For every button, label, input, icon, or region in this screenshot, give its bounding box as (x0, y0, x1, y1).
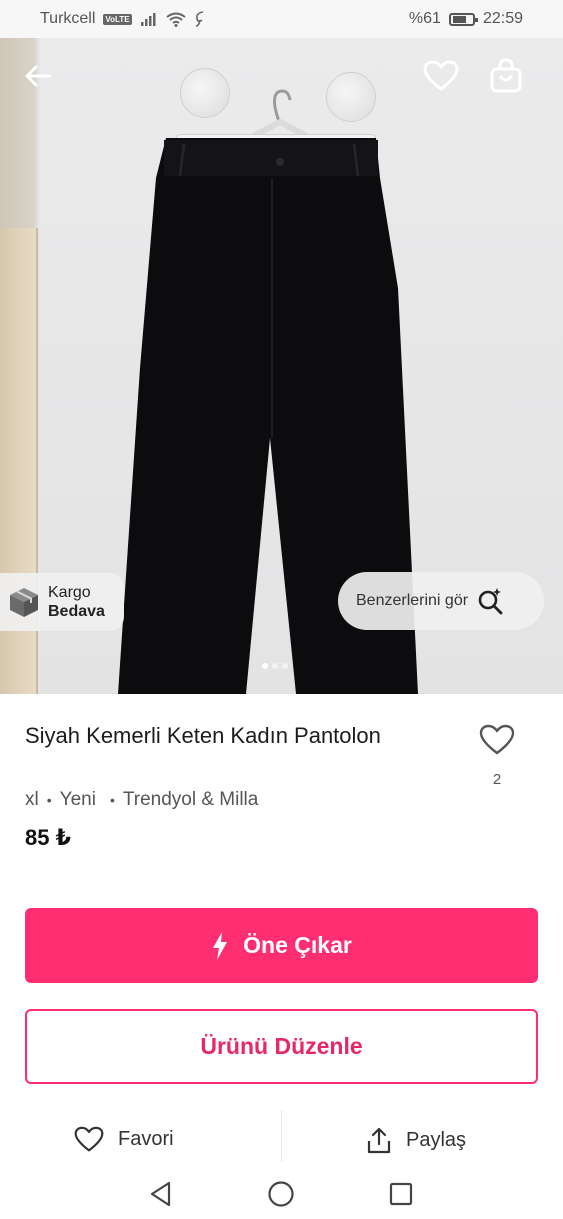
favorite-counter[interactable]: 2 (474, 724, 520, 788)
product-price: 85 ₺ (25, 825, 71, 850)
favorite-count: 2 (492, 771, 502, 788)
action-divider (281, 1110, 282, 1162)
product-condition: Yeni (59, 789, 96, 810)
free-shipping-badge: Kargo Bedava (0, 573, 124, 631)
free-shipping-line1: Kargo (48, 584, 91, 601)
free-shipping-line2: Bedava (48, 603, 105, 620)
cart-button[interactable] (486, 56, 526, 96)
system-nav-bar (0, 1166, 563, 1219)
favorite-header-button[interactable] (421, 56, 461, 96)
favorite-label: Favori (118, 1128, 174, 1150)
edit-product-button[interactable]: Ürünü Düzenle (25, 1009, 538, 1084)
pagination-dot[interactable] (272, 663, 278, 669)
edit-product-label: Ürünü Düzenle (200, 1033, 363, 1059)
signal-icon (140, 13, 156, 26)
circle-home-icon (268, 1181, 294, 1207)
back-arrow-icon (25, 65, 52, 87)
image-wall-disc (180, 68, 230, 118)
product-title: Siyah Kemerli Keten Kadın Pantolon (25, 723, 381, 748)
promote-label: Öne Çıkar (243, 932, 352, 958)
triangle-back-icon (150, 1181, 171, 1207)
pagination-dot[interactable] (282, 663, 288, 669)
volte-badge: VoLTE (103, 13, 132, 25)
favorite-button[interactable]: Favori (74, 1126, 174, 1153)
nav-home-button[interactable] (261, 1174, 301, 1214)
sparkle-search-icon (478, 588, 503, 615)
pagination-dot[interactable] (262, 663, 268, 669)
nav-recents-button[interactable] (381, 1174, 421, 1214)
share-icon (367, 1127, 391, 1154)
app-notification-icon (195, 11, 203, 27)
clock: 22:59 (482, 10, 523, 27)
see-similar-label: Benzerlerini gör (356, 592, 469, 609)
meta-separator: • (46, 792, 52, 808)
status-bar: Turkcell VoLTE %61 22:59 (0, 0, 563, 38)
square-recents-icon (389, 1182, 413, 1206)
gallery-pagination (262, 663, 288, 669)
back-button[interactable] (18, 56, 58, 96)
nav-back-button[interactable] (141, 1174, 181, 1214)
product-brand[interactable]: Trendyol & Milla (123, 789, 259, 811)
image-wall-disc (326, 72, 376, 122)
heart-icon (423, 60, 459, 91)
shopping-bag-icon (490, 58, 522, 93)
battery-icon (448, 12, 478, 26)
wifi-icon (165, 12, 186, 27)
carrier-name: Turkcell (40, 10, 96, 27)
product-size: xl (25, 789, 39, 810)
status-right: %61 22:59 (409, 10, 523, 28)
share-button[interactable]: Paylaş (366, 1126, 466, 1154)
heart-outline-icon (479, 724, 515, 755)
status-left: Turkcell VoLTE (40, 10, 206, 28)
free-shipping-text: Kargo Bedava (48, 583, 105, 621)
battery-percent: %61 (408, 10, 441, 27)
heart-icon (74, 1126, 104, 1152)
share-label: Paylaş (406, 1128, 467, 1151)
meta-separator: • (109, 792, 115, 808)
see-similar-button[interactable]: Benzerlerini gör (338, 572, 544, 630)
promote-button[interactable]: Öne Çıkar (25, 908, 538, 983)
product-image-gallery[interactable]: Kargo Bedava Benzerlerini gör (0, 38, 563, 694)
product-meta: xl • Yeni • Trendyol & Milla (25, 789, 258, 811)
box-icon (10, 588, 38, 617)
lightning-icon (213, 931, 228, 960)
